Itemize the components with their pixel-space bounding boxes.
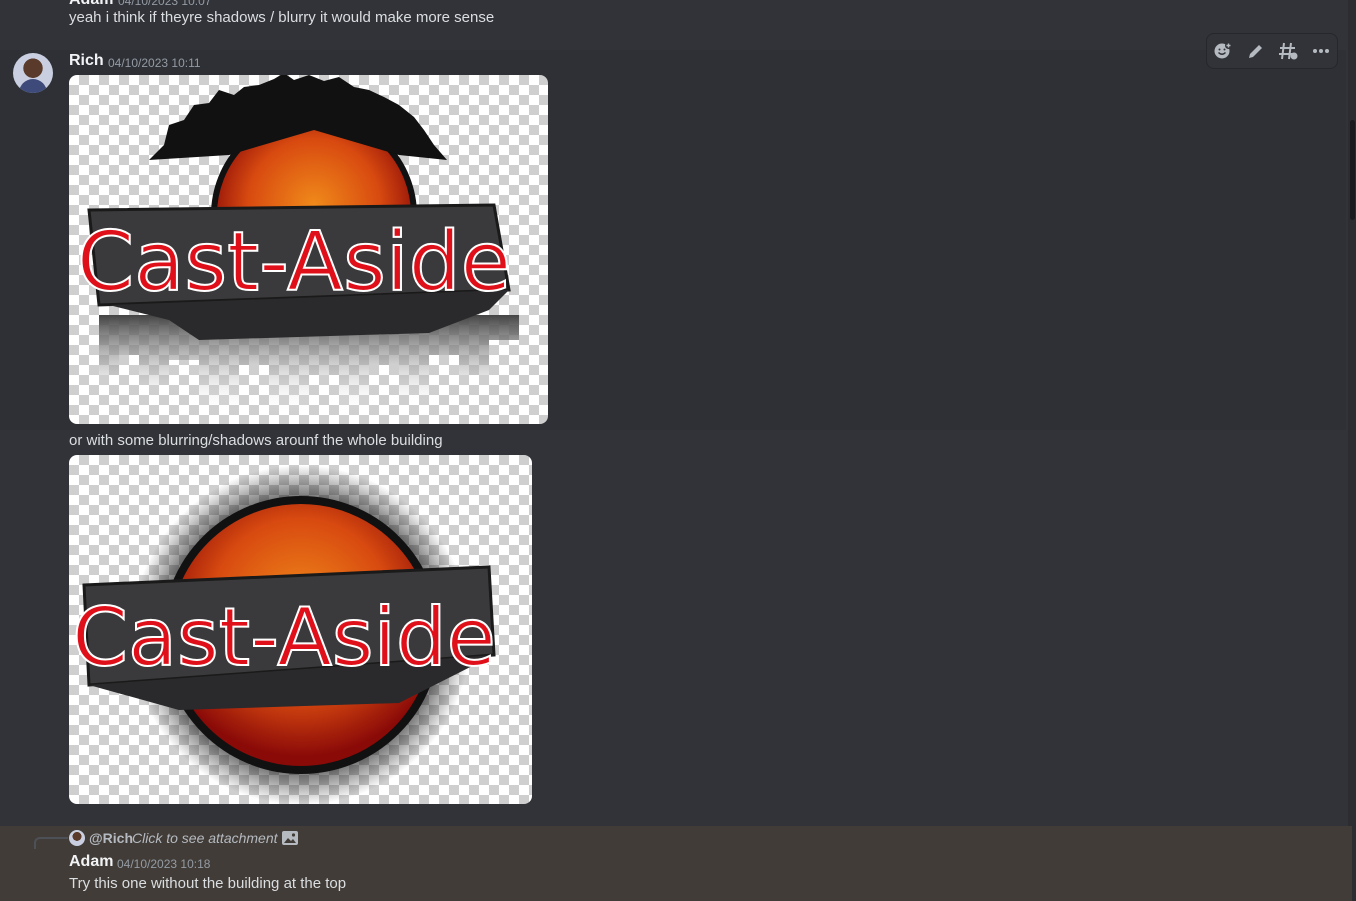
cast-aside-logo-skyline: Cast-Aside [76, 75, 519, 415]
message-timestamp: 04/10/2023 10:18 [117, 857, 211, 871]
more-icon[interactable] [1309, 39, 1333, 63]
reply-mention[interactable]: @Rich [89, 830, 133, 846]
message-content: or with some blurring/shadows arounf the… [69, 432, 443, 449]
message-content: yeah i think if theyre shadows / blurry … [69, 9, 495, 26]
edit-icon[interactable] [1244, 39, 1268, 63]
reply-preview[interactable]: Click to see attachment [132, 830, 278, 846]
message-author[interactable]: Rich [69, 52, 104, 70]
add-reaction-icon[interactable] [1211, 39, 1235, 63]
avatar[interactable] [13, 53, 53, 93]
message-timestamp: 04/10/2023 10:07 [118, 0, 212, 8]
logo-text: Cast-Aside [77, 215, 511, 310]
cast-aside-logo-blurred: Cast-Aside [71, 465, 497, 804]
reply-spine [34, 837, 68, 849]
image-attachment[interactable]: Cast-Aside [69, 455, 532, 804]
image-attachment[interactable]: Cast-Aside [69, 75, 548, 424]
image-icon [281, 829, 299, 847]
message-timestamp: 04/10/2023 10:11 [108, 56, 201, 70]
avatar[interactable] [69, 830, 85, 846]
message-author[interactable]: Adam [69, 853, 113, 871]
scrollbar-thumb[interactable] [1350, 120, 1355, 220]
message-content: Try this one without the building at the… [69, 875, 347, 892]
message-author[interactable]: Adam [69, 0, 113, 9]
message-actions-toolbar [1206, 33, 1338, 69]
message-adam-previous: Adam 04/10/2023 10:07 yeah i think if th… [0, 0, 1346, 50]
create-thread-icon[interactable] [1276, 39, 1300, 63]
logo-text: Cast-Aside [72, 591, 496, 684]
